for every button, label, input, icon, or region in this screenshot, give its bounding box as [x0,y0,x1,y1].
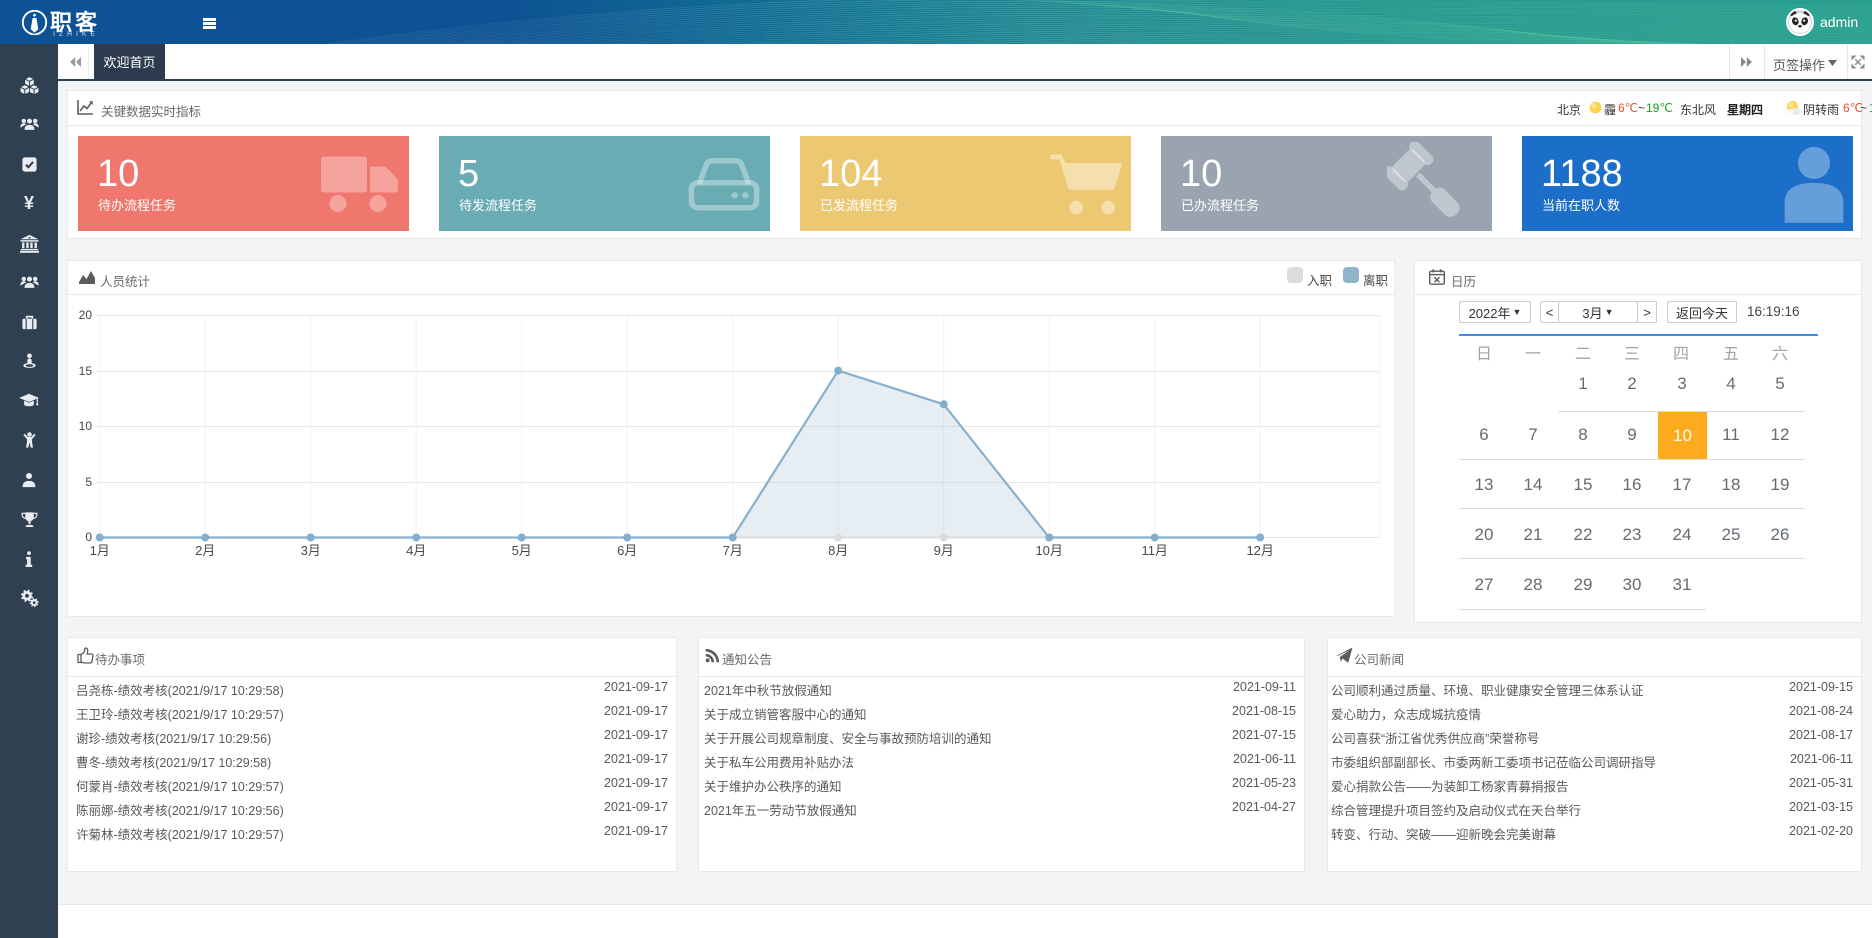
svg-text:5: 5 [85,475,92,489]
svg-text:11月: 11月 [1141,543,1168,558]
svg-text:5月: 5月 [512,543,532,558]
svg-text:7月: 7月 [723,543,743,558]
svg-text:10月: 10月 [1035,543,1062,558]
svg-text:10: 10 [79,419,93,433]
svg-text:0: 0 [85,530,92,544]
svg-text:9月: 9月 [934,543,954,558]
svg-text:15: 15 [79,364,93,378]
svg-text:6月: 6月 [617,543,637,558]
svg-text:2月: 2月 [195,543,215,558]
svg-text:8月: 8月 [828,543,848,558]
svg-text:4月: 4月 [406,543,426,558]
svg-text:1月: 1月 [90,543,110,558]
svg-text:3月: 3月 [301,543,321,558]
svg-text:20: 20 [79,308,93,322]
svg-text:12月: 12月 [1246,543,1273,558]
